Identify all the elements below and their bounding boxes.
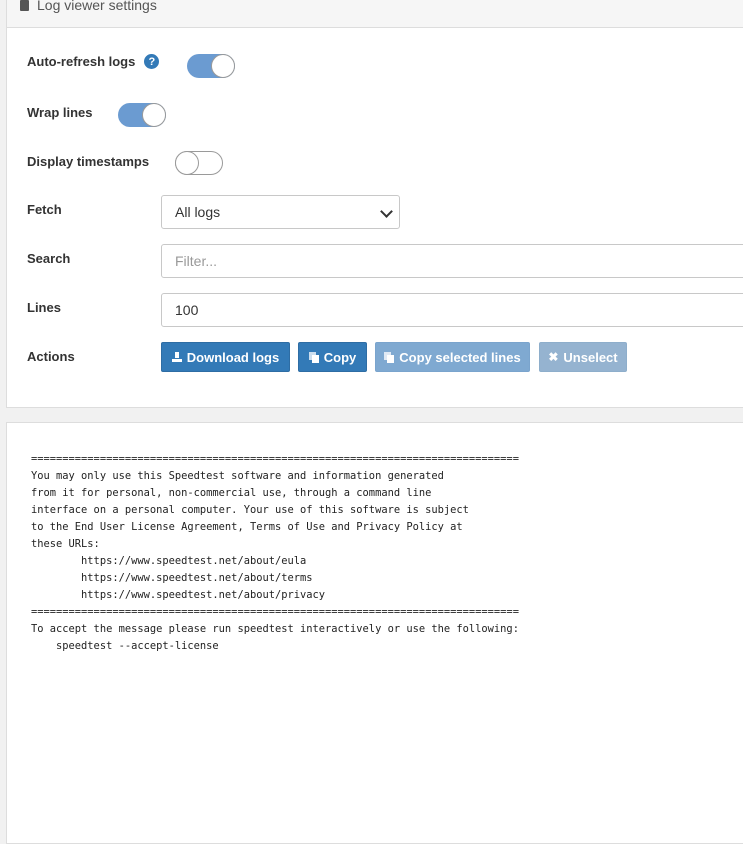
log-line[interactable]: https://www.speedtest.net/about/privacy — [31, 589, 325, 601]
lines-row: Lines — [27, 300, 61, 315]
display-timestamps-row: Display timestamps — [27, 154, 149, 169]
log-line[interactable]: ========================================… — [31, 453, 519, 465]
display-timestamps-toggle[interactable] — [175, 151, 223, 175]
settings-panel: Log viewer settings Auto-refresh logs ? … — [6, 0, 743, 408]
download-logs-label: Download logs — [186, 349, 280, 365]
copy-icon — [384, 351, 395, 363]
fetch-row: Fetch — [27, 202, 62, 217]
fetch-select[interactable]: All logs — [161, 195, 400, 229]
actions-row: Actions — [27, 349, 75, 364]
auto-refresh-label: Auto-refresh logs — [27, 54, 136, 69]
copy-label: Copy — [323, 349, 357, 365]
panel-title-text: Log viewer settings — [37, 0, 157, 13]
log-line[interactable]: To accept the message please run speedte… — [31, 623, 519, 635]
panel-title: Log viewer settings — [20, 0, 157, 13]
lines-input[interactable]: 100 — [161, 293, 743, 327]
copy-button[interactable]: Copy — [298, 342, 367, 372]
log-line[interactable]: https://www.speedtest.net/about/eula — [31, 555, 306, 567]
wrap-lines-label: Wrap lines — [27, 105, 93, 120]
chevron-down-icon — [380, 205, 393, 218]
lines-label: Lines — [27, 300, 61, 315]
help-icon[interactable]: ? — [144, 54, 160, 69]
document-icon — [20, 0, 29, 11]
copy-selected-label: Copy selected lines — [399, 349, 521, 365]
fetch-label: Fetch — [27, 202, 62, 217]
log-output[interactable]: ========================================… — [31, 451, 519, 655]
log-line[interactable]: interface on a personal computer. Your u… — [31, 504, 469, 516]
unselect-label: Unselect — [563, 349, 618, 365]
log-line[interactable]: to the End User License Agreement, Terms… — [31, 521, 463, 533]
auto-refresh-row: Auto-refresh logs ? — [27, 54, 160, 69]
log-output-panel: ========================================… — [6, 422, 743, 844]
toggle-knob — [211, 54, 235, 78]
download-logs-button[interactable]: Download logs — [161, 342, 290, 372]
log-line[interactable]: You may only use this Speedtest software… — [31, 470, 444, 482]
auto-refresh-toggle[interactable] — [187, 54, 235, 78]
log-line[interactable]: these URLs: — [31, 538, 100, 550]
toggle-knob — [142, 103, 166, 127]
search-input[interactable]: Filter... — [161, 244, 743, 278]
actions-label: Actions — [27, 349, 75, 364]
search-placeholder: Filter... — [175, 253, 218, 269]
toggle-knob — [175, 151, 199, 175]
wrap-lines-toggle[interactable] — [118, 103, 166, 127]
copy-selected-lines-button[interactable]: Copy selected lines — [375, 342, 530, 372]
lines-value: 100 — [175, 302, 199, 318]
log-line[interactable]: from it for personal, non-commercial use… — [31, 487, 431, 499]
close-icon: ✖ — [548, 350, 559, 364]
search-label: Search — [27, 251, 71, 266]
copy-icon — [308, 351, 319, 363]
panel-header: Log viewer settings — [7, 0, 743, 28]
log-line[interactable]: ========================================… — [31, 606, 519, 618]
log-line[interactable]: https://www.speedtest.net/about/terms — [31, 572, 312, 584]
wrap-lines-row: Wrap lines — [27, 105, 93, 120]
log-line[interactable]: speedtest --accept-license — [31, 640, 219, 652]
download-icon — [171, 352, 182, 362]
search-row: Search — [27, 251, 70, 266]
fetch-selected-value: All logs — [175, 204, 221, 220]
display-timestamps-label: Display timestamps — [27, 154, 150, 169]
unselect-button[interactable]: ✖ Unselect — [539, 342, 627, 372]
